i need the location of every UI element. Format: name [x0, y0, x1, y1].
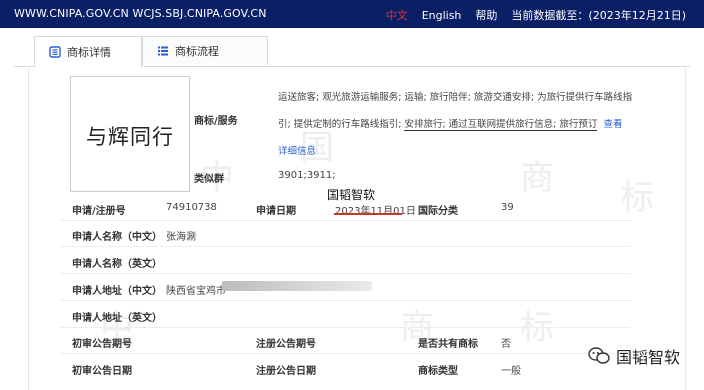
type-label: 商标类型 — [418, 366, 458, 377]
applicant-cn-label: 申请人名称（中文） — [72, 232, 162, 243]
date-underline — [334, 213, 402, 215]
services-text: 引; 提供定制的行车路线指引; — [278, 119, 405, 130]
similar-group-value: 3901;3911; — [278, 170, 336, 181]
reg-pub-no-label: 注册公告期号 — [256, 339, 316, 350]
detail-info-link[interactable]: 详细信息 — [278, 146, 316, 157]
row-divider — [60, 246, 630, 247]
row-divider — [60, 300, 630, 301]
brand-watermark: 国韬智软 — [588, 344, 680, 368]
services-line: 引; 提供定制的行车路线指引; 安排旅行; 通过互联网提供旅行信息; 旅行预订 … — [278, 111, 634, 138]
tab-bar: 商标详情 商标流程 — [14, 36, 690, 67]
type-value: 一般 — [501, 366, 521, 377]
services-list: 运送旅客; 观光旅游运输服务; 运输; 旅行陪伴; 旅游交通安排; 为旅行提供行… — [278, 84, 634, 165]
tab-trademark-process[interactable]: 商标流程 — [142, 36, 268, 65]
trademark-image: 与辉同行 — [70, 76, 190, 192]
top-bar-links: 中文 English 帮助 当前数据截至：(2023年12月21日) — [386, 7, 686, 23]
row-divider — [60, 353, 630, 354]
annotation-title: 国韬智软 — [327, 188, 376, 202]
reg-pub-date-label: 注册公告日期 — [256, 366, 316, 377]
wechat-icon — [588, 347, 610, 364]
services-highlight: 安排旅行; 通过互联网提供旅行信息; 旅行预订 — [404, 119, 598, 131]
address-cn-label: 申请人地址（中文） — [72, 286, 162, 297]
row-divider — [60, 327, 630, 328]
applicant-cn-value: 张海涮 — [166, 232, 196, 243]
intl-class-label: 国际分类 — [418, 206, 458, 217]
apply-date-label: 申请日期 — [256, 206, 296, 217]
help-link[interactable]: 帮助 — [475, 7, 497, 23]
prelim-date-label: 初审公告日期 — [72, 366, 132, 377]
top-bar: WWW.CNIPA.GOV.CN WCJS.SBJ.CNIPA.GOV.CN 中… — [0, 0, 704, 28]
applicant-en-label: 申请人名称（英文） — [72, 259, 162, 270]
row-divider — [60, 273, 630, 274]
site-url: WWW.CNIPA.GOV.CN WCJS.SBJ.CNIPA.GOV.CN — [14, 7, 267, 20]
tab-label: 商标详情 — [67, 45, 111, 59]
intl-class-value: 39 — [501, 202, 514, 213]
address-en-label: 申请人地址（英文） — [72, 313, 162, 324]
trademark-text: 与辉同行 — [86, 125, 174, 149]
tab-label: 商标流程 — [175, 45, 219, 58]
data-as-of: 当前数据截至：(2023年12月21日) — [511, 9, 686, 22]
services-line: 运送旅客; 观光旅游运输服务; 运输; 旅行陪伴; 旅游交通安排; 为旅行提供行… — [278, 92, 633, 103]
document-list-icon — [49, 45, 61, 58]
similar-group-label: 类似群 — [194, 174, 224, 185]
address-cn-value: 陕西省宝鸡市 — [166, 286, 226, 297]
watermark: 标 — [520, 308, 554, 348]
goods-label: 商标/服务 — [194, 116, 238, 127]
lang-english-link[interactable]: English — [422, 9, 462, 22]
row-divider — [60, 220, 630, 221]
reg-no-label: 申请/注册号 — [72, 206, 126, 217]
lang-chinese-link[interactable]: 中文 — [386, 7, 408, 23]
shared-label: 是否共有商标 — [418, 339, 478, 350]
redacted-address — [222, 281, 372, 291]
tab-trademark-detail[interactable]: 商标详情 — [34, 36, 142, 67]
watermark: 标 — [620, 178, 654, 218]
prelim-no-label: 初审公告期号 — [72, 339, 132, 350]
reg-no-value: 74910738 — [166, 202, 217, 213]
brand-name: 国韬智软 — [616, 348, 681, 367]
list-icon — [158, 46, 168, 56]
shared-value: 否 — [501, 339, 511, 350]
view-link[interactable]: 查看 — [603, 119, 622, 130]
